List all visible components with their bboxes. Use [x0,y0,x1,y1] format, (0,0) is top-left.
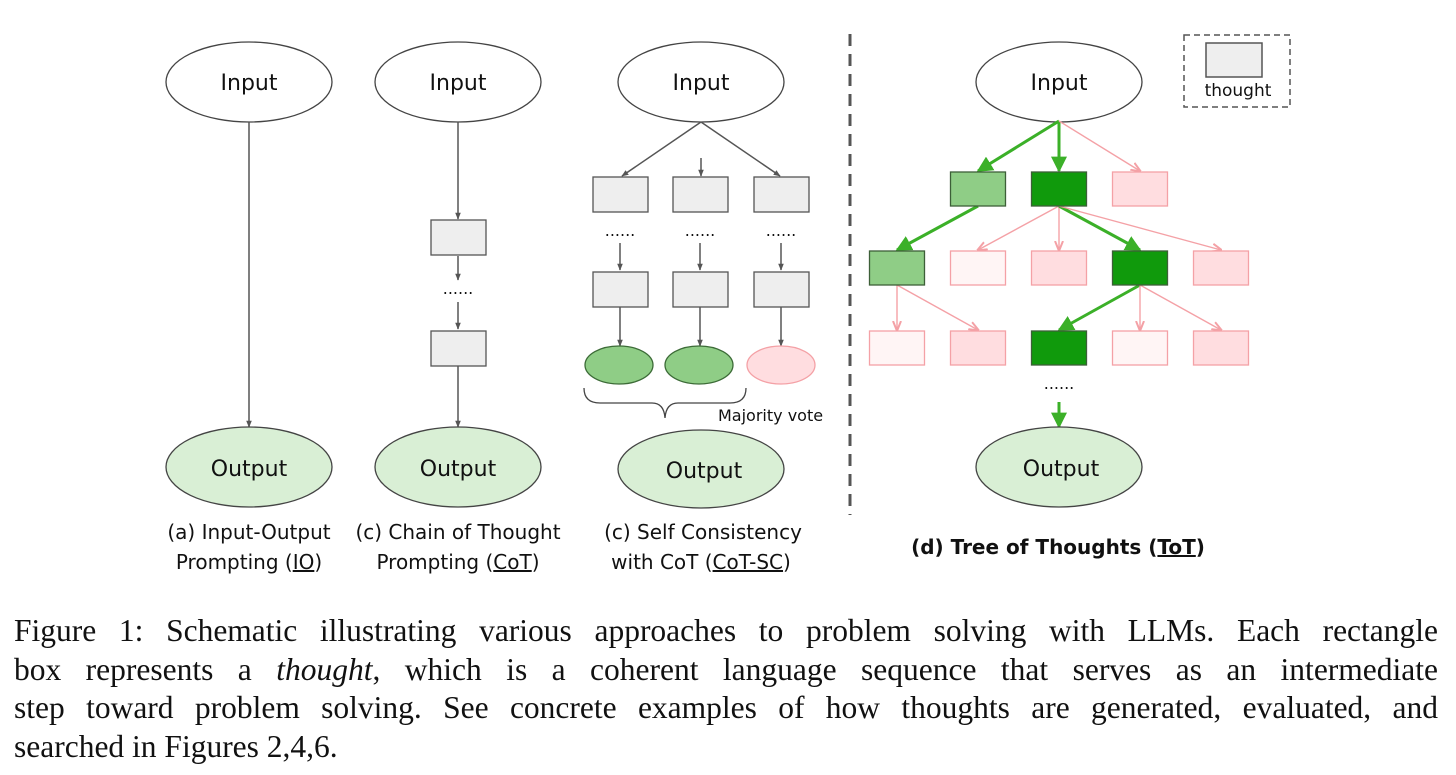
panel-tot: Input ...... Output (d) Tree of Thoughts… [868,34,1291,559]
sc-input-label: Input [673,71,730,96]
diagram-canvas: Input Output (a) Input-Output Prompting … [165,34,1291,574]
sc-thought-bottom [672,271,729,308]
caption-line-4: searched in Figures 2,4,6. [14,728,338,764]
tot-caption: (d) Tree of Thoughts (ToT) [911,535,1205,559]
tot-l2-thought-pink-pale [949,250,1007,286]
tot-output-label: Output [1023,457,1100,482]
io-output-label: Output [211,457,288,482]
sc-thought-bottom [753,271,810,308]
caption-line-3: step toward problem solving. See concret… [14,690,1438,725]
sc-output-label: Output [666,459,743,484]
legend: thought [1183,34,1291,108]
tot-edge-pruned [978,205,1060,250]
caption-line-2: box represents a thought, which is a coh… [14,651,1438,687]
io-abbr-link[interactable]: IO [293,550,315,574]
sc-thought-bottom [592,271,649,308]
sc-abbr-link[interactable]: CoT-SC [713,550,783,574]
cot-abbr-link[interactable]: CoT [493,550,532,574]
tot-l3-thought-pink-pale [868,330,926,366]
tot-l3-thought-pink-pale [1111,330,1169,366]
tot-l1-thought-green-light [949,171,1007,207]
tot-l2-thought-green-light [868,250,926,286]
caption-italic-thought: thought [276,651,373,687]
sc-answer-selected [584,345,654,385]
tot-edge-selected [1057,283,1141,332]
tot-l2-thought-pink [1030,250,1088,286]
legend-label: thought [1205,81,1272,101]
cot-caption-line2: Prompting (CoT) [376,550,539,574]
legend-thought-swatch [1205,42,1263,78]
tot-abbr-link[interactable]: ToT [1157,535,1196,559]
tot-edge-selected [895,204,979,252]
io-caption-line1: (a) Input-Output [167,520,330,544]
cot-ellipsis: ...... [443,279,474,298]
panel-cot: Input ...... Output (c) Chain of Thought… [355,41,561,574]
sc-thought-top [592,176,649,213]
io-caption-line2: Prompting (IO) [176,550,322,574]
sc-ellipsis: ...... [685,221,716,240]
panel-io: Input Output (a) Input-Output Prompting … [165,41,333,574]
tot-edge-pruned [1058,205,1221,250]
panel-cot-sc: Input .................. Majority vote O… [583,41,823,574]
sc-thought-top [672,176,729,213]
sc-caption-line2: with CoT (CoT-SC) [611,550,791,574]
sc-ellipsis: ...... [766,221,797,240]
sc-edge-right [700,121,781,177]
cot-thought-2 [430,330,487,367]
tot-ellipsis: ...... [1044,374,1075,393]
sc-ellipsis: ...... [605,221,636,240]
cot-thought-1 [430,219,487,256]
figure-caption: Figure 1: Schematic illustrating various… [14,612,1438,766]
tot-l1-thought-pink [1111,171,1169,207]
io-input-label: Input [221,71,278,96]
cot-output-label: Output [420,457,497,482]
tot-l3-thought-pink [949,330,1007,366]
tot-input-label: Input [1031,71,1088,96]
tot-edge-selected [976,119,1060,173]
tot-l3-thought-green-dark [1030,330,1088,366]
tot-edge-selected [1058,204,1142,252]
cot-input-label: Input [430,71,487,96]
cot-caption-line1: (c) Chain of Thought [355,520,560,544]
sc-thought-top [753,176,810,213]
tot-l2-thought-pink [1192,250,1250,286]
tot-l2-thought-green-dark [1111,250,1169,286]
tot-l1-thought-green-dark [1030,171,1088,207]
sc-caption-line1: (c) Self Consistency [604,520,802,544]
tot-l3-thought-pink [1192,330,1250,366]
sc-answer-selected [664,345,734,385]
tot-edge-pruned [1139,284,1221,330]
sc-edge-left [621,121,702,177]
caption-line-1: Figure 1: Schematic illustrating various… [14,613,1438,648]
tot-edge-pruned [1058,120,1140,171]
tot-edge-pruned [896,284,978,330]
majority-vote-label: Majority vote [718,406,823,425]
sc-answer-rejected [746,345,816,385]
